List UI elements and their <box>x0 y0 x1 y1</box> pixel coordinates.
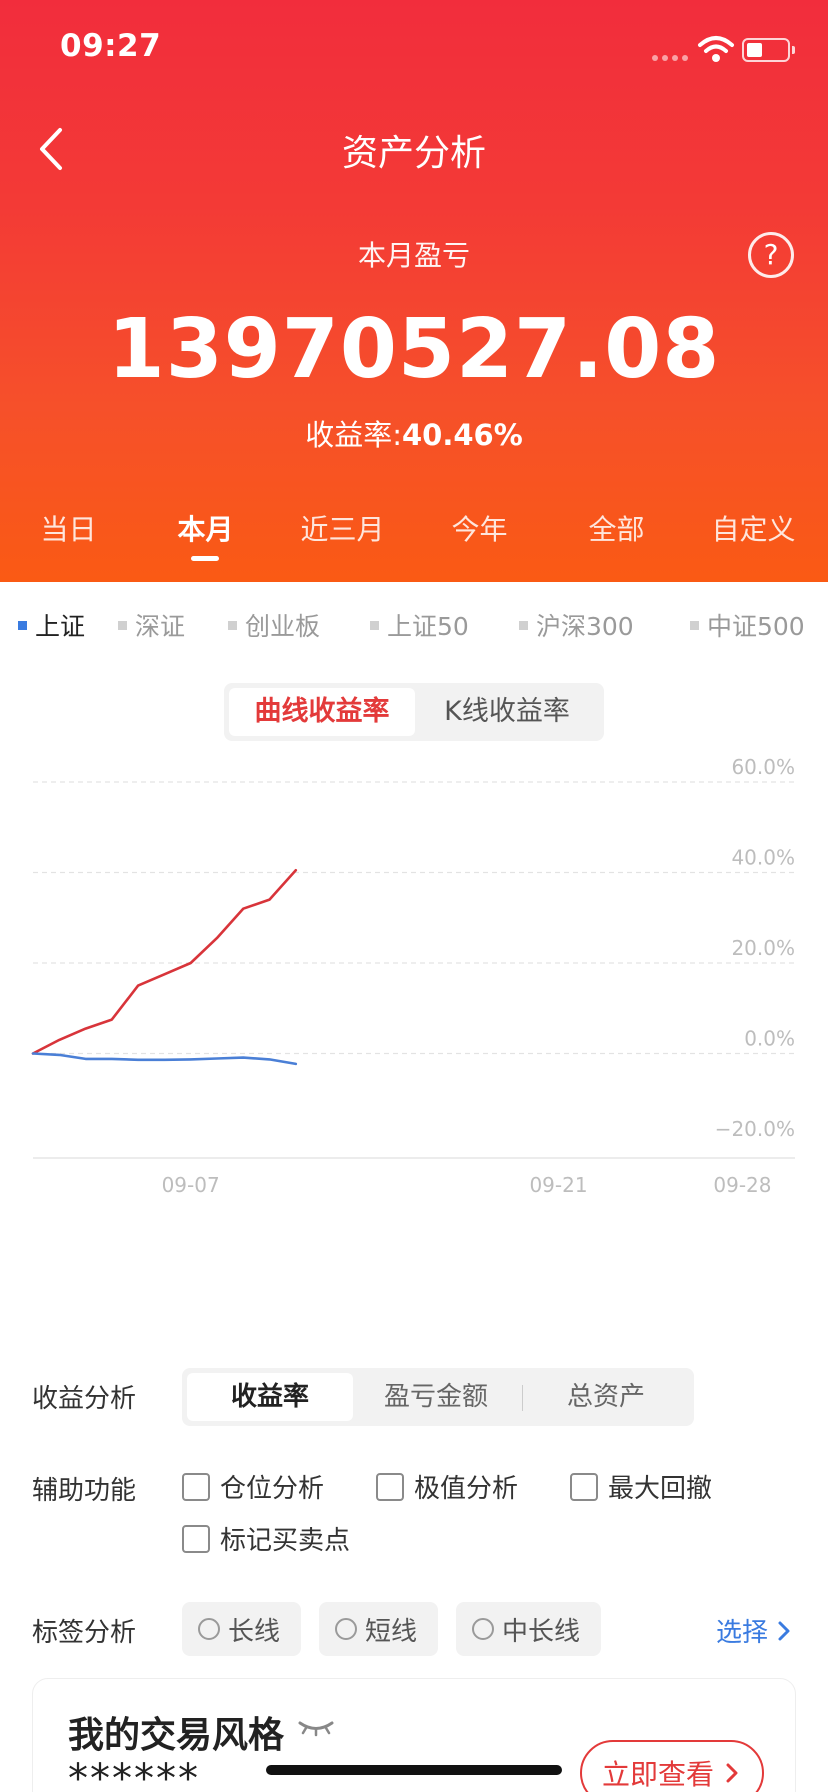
index-label: 中证500 <box>707 612 805 641</box>
analysis-option-return[interactable]: 收益率 <box>187 1373 353 1421</box>
header: 09:27 资产分析 本月盈亏 ? 13970527.08 收益率:40.46%… <box>0 0 828 582</box>
legend-marker <box>370 620 379 630</box>
legend-marker <box>228 620 237 630</box>
tab-period-custom[interactable]: 自定义 <box>685 508 822 548</box>
tags-label: 标签分析 <box>32 1618 137 1648</box>
aux-label: 辅助功能 <box>32 1476 137 1506</box>
analysis-label: 收益分析 <box>32 1384 137 1414</box>
radio-icon <box>335 1618 357 1640</box>
checkbox-icon <box>182 1472 210 1501</box>
tag-long-term[interactable]: 长线 <box>182 1602 301 1656</box>
checkbox-position-analysis[interactable]: 仓位分析 <box>182 1468 324 1505</box>
status-time: 09:27 <box>60 28 162 64</box>
radio-icon <box>198 1618 220 1640</box>
return-chart: 60.0% 40.0% 20.0% 0.0% −20.0% 09-07 09-21 09-28 <box>0 744 828 1324</box>
y-tick-label: 40.0% <box>731 846 795 870</box>
return-chart-svg: 60.0% 40.0% 20.0% 0.0% −20.0% 09-07 09-21 09-28 <box>31 755 795 1197</box>
chevron-right-icon <box>726 1763 738 1783</box>
tab-period-3months[interactable]: 近三月 <box>274 508 411 548</box>
chevron-right-icon <box>778 1621 790 1640</box>
tab-period-all[interactable]: 全部 <box>548 508 685 548</box>
select-label: 选择 <box>716 1618 769 1648</box>
index-label: 创业板 <box>245 612 321 641</box>
y-tick-label: 20.0% <box>731 936 795 960</box>
wifi-icon <box>698 36 734 62</box>
tab-period-day[interactable]: 当日 <box>0 508 137 548</box>
page-title: 资产分析 <box>341 133 486 174</box>
analysis-option-assets[interactable]: 总资产 <box>523 1373 689 1421</box>
checkbox-icon <box>570 1472 598 1501</box>
help-icon[interactable]: ? <box>748 232 794 278</box>
checkbox-icon <box>182 1524 210 1553</box>
index-label: 沪深300 <box>536 612 634 641</box>
checkbox-label: 最大回撤 <box>608 1474 713 1504</box>
curve-return-option[interactable]: 曲线收益率 <box>229 688 415 736</box>
checkbox-extreme-analysis[interactable]: 极值分析 <box>376 1468 518 1505</box>
series-line-index <box>31 1052 298 1066</box>
return-rate-value: 40.46% <box>401 418 523 452</box>
index-label: 上证50 <box>387 612 469 641</box>
return-rate: 收益率:40.46% <box>0 412 828 454</box>
index-tab-sse[interactable]: 上证 <box>18 607 85 643</box>
index-tab-sse50[interactable]: 上证50 <box>370 607 469 643</box>
checkbox-label: 极值分析 <box>414 1474 519 1504</box>
chart-type-toggle: 曲线收益率 K线收益率 <box>224 683 604 741</box>
home-indicator <box>266 1765 562 1775</box>
analysis-toggle: 收益率 盈亏金额 总资产 <box>182 1368 694 1426</box>
legend-marker <box>118 620 127 630</box>
tag-label: 短线 <box>365 1616 418 1647</box>
tab-period-year[interactable]: 今年 <box>411 508 548 548</box>
analysis-option-pnl[interactable]: 盈亏金额 <box>353 1373 519 1421</box>
select-link[interactable]: 选择 <box>716 1612 794 1649</box>
pnl-label: 本月盈亏 <box>357 239 470 272</box>
checkbox-max-drawdown[interactable]: 最大回撤 <box>570 1468 712 1505</box>
x-tick-label: 09-28 <box>713 1173 771 1197</box>
tag-label: 长线 <box>228 1616 281 1647</box>
index-tabs: 上证 深证 创业板 上证50 沪深300 中证500 <box>0 607 828 643</box>
index-tab-csi500[interactable]: 中证500 <box>690 607 805 643</box>
view-now-button[interactable]: 立即查看 <box>580 1740 764 1792</box>
x-tick-label: 09-21 <box>529 1173 587 1197</box>
return-rate-label: 收益率: <box>305 418 402 452</box>
checkbox-label: 仓位分析 <box>220 1474 325 1504</box>
cellular-signal-icon <box>652 55 688 61</box>
masked-style-value: ****** <box>68 1756 200 1792</box>
period-tabs: 当日 本月 近三月 今年 全部 自定义 <box>0 508 828 561</box>
battery-icon <box>742 38 795 62</box>
index-tab-szse[interactable]: 深证 <box>118 607 185 643</box>
checkbox-icon <box>376 1472 404 1501</box>
checkbox-mark-trades[interactable]: 标记买卖点 <box>182 1520 350 1557</box>
y-tick-label: −20.0% <box>715 1117 795 1141</box>
index-label: 上证 <box>35 612 86 641</box>
pnl-value: 13970527.08 <box>107 302 721 397</box>
legend-marker <box>690 620 699 630</box>
legend-marker <box>519 620 528 630</box>
eye-closed-icon[interactable] <box>296 1718 336 1738</box>
tag-mid-long-term[interactable]: 中长线 <box>456 1602 601 1656</box>
index-label: 深证 <box>135 612 186 641</box>
y-tick-label: 60.0% <box>731 755 795 779</box>
tab-period-month[interactable]: 本月 <box>137 508 274 561</box>
legend-marker <box>18 620 27 630</box>
x-tick-label: 09-07 <box>162 1173 220 1197</box>
view-now-label: 立即查看 <box>601 1758 714 1791</box>
tag-short-term[interactable]: 短线 <box>319 1602 438 1656</box>
radio-icon <box>472 1618 494 1640</box>
tag-label: 中长线 <box>502 1616 581 1647</box>
trading-style-title: 我的交易风格 <box>68 1715 285 1756</box>
kline-return-option[interactable]: K线收益率 <box>415 688 599 736</box>
index-tab-csi300[interactable]: 沪深300 <box>519 607 634 643</box>
checkbox-label: 标记买卖点 <box>220 1526 351 1556</box>
index-tab-chinext[interactable]: 创业板 <box>228 607 320 643</box>
series-line-portfolio <box>31 868 298 1055</box>
y-tick-label: 0.0% <box>744 1027 795 1051</box>
